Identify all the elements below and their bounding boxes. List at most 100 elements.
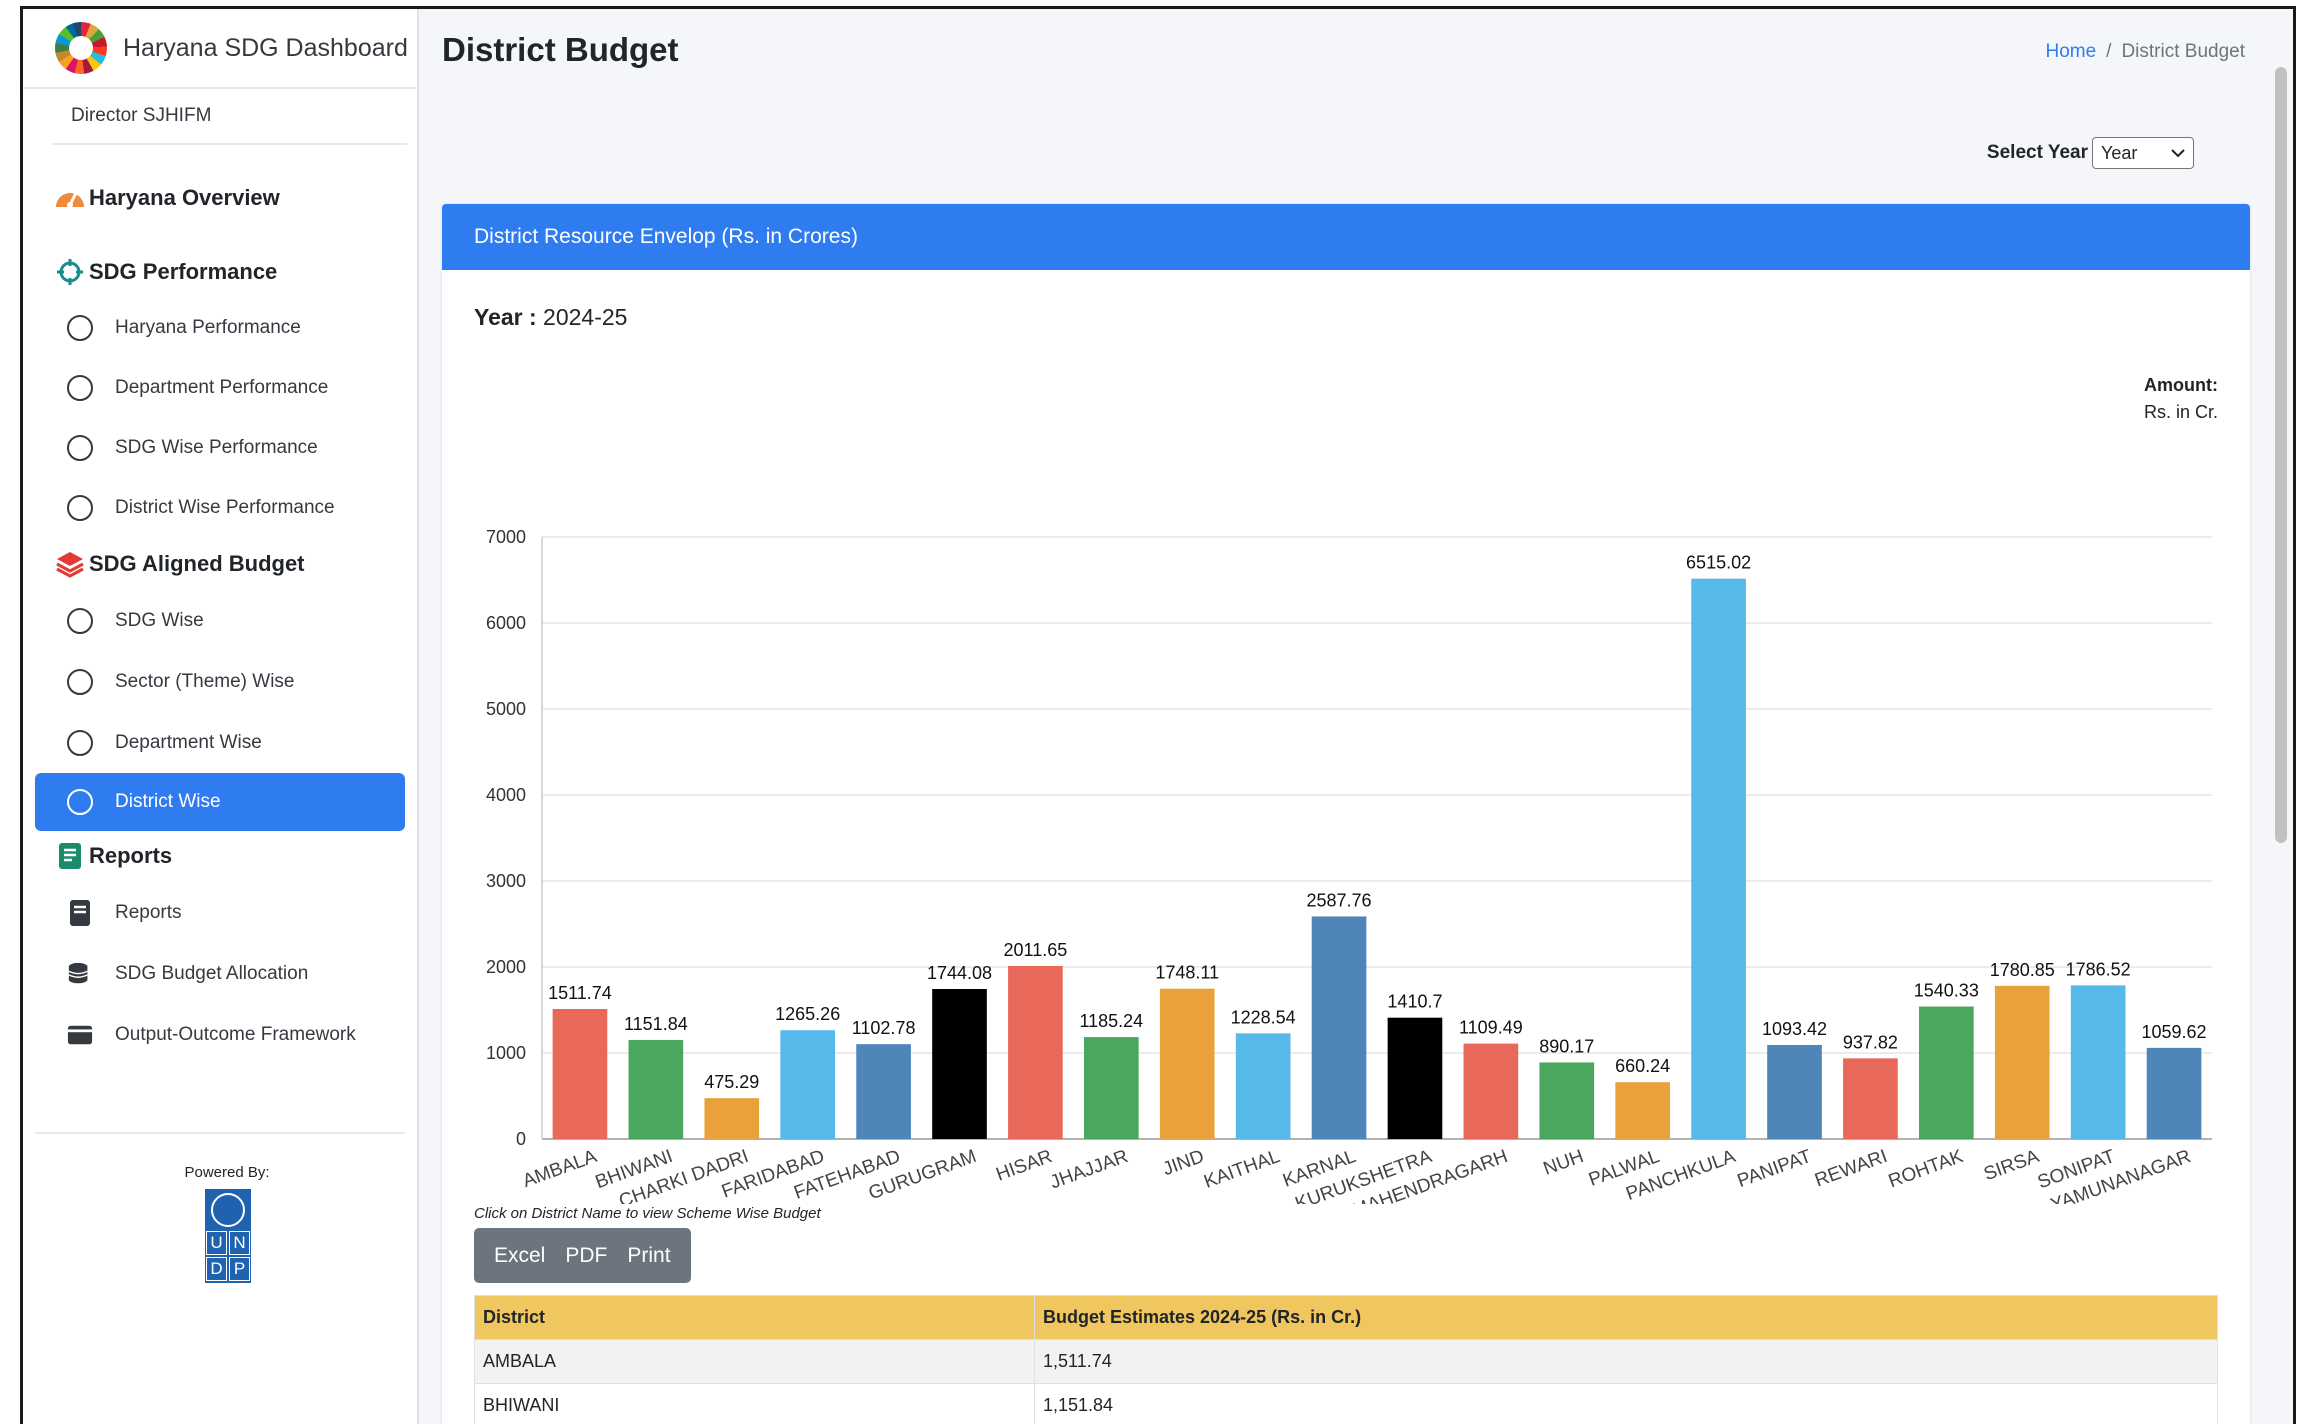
- data-label: 1265.26: [775, 1004, 840, 1024]
- bar-karnal[interactable]: [1311, 916, 1367, 1139]
- nav-sdg-performance[interactable]: SDG Performance: [23, 255, 417, 289]
- bar-panipat[interactable]: [1767, 1044, 1822, 1139]
- bar-ambala[interactable]: [552, 1008, 608, 1139]
- bar-palwal[interactable]: [1615, 1082, 1671, 1139]
- year-line: Year : 2024-25: [474, 304, 627, 331]
- nav-sdg-wise-performance[interactable]: SDG Wise Performance: [35, 419, 405, 477]
- nav-reports[interactable]: Reports: [35, 883, 405, 943]
- bar-gurugram[interactable]: [932, 989, 987, 1139]
- pdf-button[interactable]: PDF: [555, 1244, 617, 1268]
- data-label: 1786.52: [2066, 959, 2131, 979]
- bar-yamunanagar[interactable]: [2146, 1047, 2202, 1139]
- card-header: District Resource Envelop (Rs. in Crores…: [442, 204, 2250, 270]
- data-label: 660.24: [1615, 1056, 1670, 1076]
- bar-sirsa[interactable]: [1994, 985, 2050, 1139]
- table-cell-budget: 1,511.74: [1034, 1339, 2218, 1384]
- bar-kurukshetra[interactable]: [1387, 1017, 1443, 1139]
- x-tick-label[interactable]: REWARI: [1812, 1146, 1890, 1191]
- column-header-district[interactable]: District: [474, 1295, 1035, 1340]
- nav-sdg-budget-allocation[interactable]: SDG Budget Allocation: [35, 943, 405, 1005]
- bar-rewari[interactable]: [1843, 1058, 1898, 1139]
- x-tick-label[interactable]: NUH: [1541, 1146, 1587, 1180]
- data-label: 1511.74: [548, 983, 612, 1003]
- bar-jind[interactable]: [1159, 988, 1215, 1139]
- bar-bhiwani[interactable]: [628, 1039, 684, 1139]
- nav-haryana-performance[interactable]: Haryana Performance: [35, 299, 405, 357]
- bar-mahendragarh[interactable]: [1463, 1043, 1519, 1139]
- x-tick-label[interactable]: PANIPAT: [1735, 1146, 1815, 1192]
- nav-label: Haryana Performance: [115, 317, 301, 338]
- nav-district-wise-performance[interactable]: District Wise Performance: [35, 477, 405, 539]
- nav-haryana-overview[interactable]: Haryana Overview: [23, 181, 417, 215]
- excel-button[interactable]: Excel: [484, 1244, 555, 1268]
- bar-sonipat[interactable]: [2070, 985, 2126, 1139]
- x-tick-label[interactable]: AMBALA: [520, 1146, 600, 1192]
- year-select[interactable]: Year: [2092, 137, 2194, 169]
- x-tick-label[interactable]: JIND: [1160, 1146, 1207, 1180]
- data-label: 1109.49: [1459, 1018, 1523, 1038]
- data-label: 1410.7: [1387, 992, 1442, 1012]
- y-tick-label: 4000: [486, 785, 526, 805]
- undp-logo: U N D P: [205, 1189, 251, 1283]
- nav-district-wise[interactable]: District Wise: [35, 773, 405, 831]
- nav-label: SDG Budget Allocation: [115, 963, 309, 984]
- print-button[interactable]: Print: [617, 1244, 680, 1268]
- nav-reports-section[interactable]: Reports: [23, 839, 417, 873]
- nav-sector-theme-wise[interactable]: Sector (Theme) Wise: [35, 651, 405, 713]
- wallet-icon: [67, 1023, 93, 1047]
- y-tick-label: 0: [516, 1129, 526, 1149]
- table-header-row: District Budget Estimates 2024-25 (Rs. i…: [474, 1295, 2218, 1340]
- bar-hisar[interactable]: [1008, 965, 1063, 1139]
- bar-jhajjar[interactable]: [1083, 1037, 1139, 1139]
- data-label: 1748.11: [1155, 963, 1219, 983]
- year-line-label: Year :: [474, 304, 537, 330]
- table-cell-district[interactable]: AMBALA: [474, 1339, 1035, 1384]
- y-tick-label: 1000: [486, 1043, 526, 1063]
- nav-output-outcome-framework[interactable]: Output-Outcome Framework: [35, 1005, 405, 1065]
- dashboard-gauge-icon: [53, 181, 87, 215]
- x-tick-label[interactable]: JHAJJAR: [1047, 1146, 1131, 1194]
- breadcrumb-home-link[interactable]: Home: [2045, 41, 2096, 62]
- nav-label: Output-Outcome Framework: [115, 1024, 356, 1045]
- y-tick-label: 5000: [486, 699, 526, 719]
- report-book-icon: [67, 899, 93, 927]
- layers-icon: [53, 547, 87, 581]
- year-filter-label: Select Year: [1986, 142, 2088, 163]
- resource-envelop-card: District Resource Envelop (Rs. in Crores…: [442, 204, 2250, 1424]
- column-header-budget[interactable]: Budget Estimates 2024-25 (Rs. in Cr.): [1034, 1295, 2218, 1340]
- nav-sdg-aligned-budget[interactable]: SDG Aligned Budget: [23, 547, 417, 581]
- brand[interactable]: Haryana SDG Dashboard: [23, 9, 417, 89]
- x-tick-label[interactable]: HISAR: [993, 1146, 1055, 1186]
- brand-title: Haryana SDG Dashboard: [123, 33, 408, 62]
- nav-label: Reports: [115, 902, 182, 923]
- bar-faridabad[interactable]: [780, 1030, 836, 1139]
- data-label: 1540.33: [1914, 981, 1979, 1001]
- bar-charki-dadri[interactable]: [704, 1098, 760, 1139]
- table-cell-district[interactable]: BHIWANI: [474, 1383, 1035, 1424]
- breadcrumb: Home / District Budget: [2045, 41, 2245, 63]
- data-label: 2011.65: [1004, 940, 1068, 960]
- nav-sdg-wise[interactable]: SDG Wise: [35, 591, 405, 651]
- user-name[interactable]: Director SJHIFM: [53, 89, 407, 145]
- nav-department-wise[interactable]: Department Wise: [35, 713, 405, 773]
- year-select-value: Year: [2101, 142, 2138, 163]
- bar-rohtak[interactable]: [1918, 1006, 1974, 1139]
- book-icon: [53, 839, 87, 873]
- x-tick-label[interactable]: KAITHAL: [1201, 1146, 1283, 1193]
- x-tick-label[interactable]: ROHTAK: [1886, 1146, 1967, 1192]
- circle-icon: [67, 730, 93, 756]
- circle-icon: [67, 375, 93, 401]
- bar-fatehabad[interactable]: [856, 1044, 911, 1139]
- page-scrollbar[interactable]: [2275, 67, 2287, 843]
- nav-department-performance[interactable]: Department Performance: [35, 357, 405, 419]
- data-label: 1059.62: [2142, 1022, 2207, 1042]
- x-tick-label[interactable]: SIRSA: [1981, 1146, 2042, 1185]
- bar-kaithal[interactable]: [1235, 1033, 1291, 1139]
- bar-panchkula[interactable]: [1691, 578, 1746, 1139]
- sidebar-footer: Powered By: U N D P: [35, 1132, 405, 1283]
- data-label: 2587.76: [1307, 890, 1372, 910]
- bar-nuh[interactable]: [1539, 1062, 1595, 1139]
- circle-icon: [67, 669, 93, 695]
- nav-label: SDG Performance: [89, 259, 278, 284]
- district-budget-table: District Budget Estimates 2024-25 (Rs. i…: [474, 1295, 2218, 1424]
